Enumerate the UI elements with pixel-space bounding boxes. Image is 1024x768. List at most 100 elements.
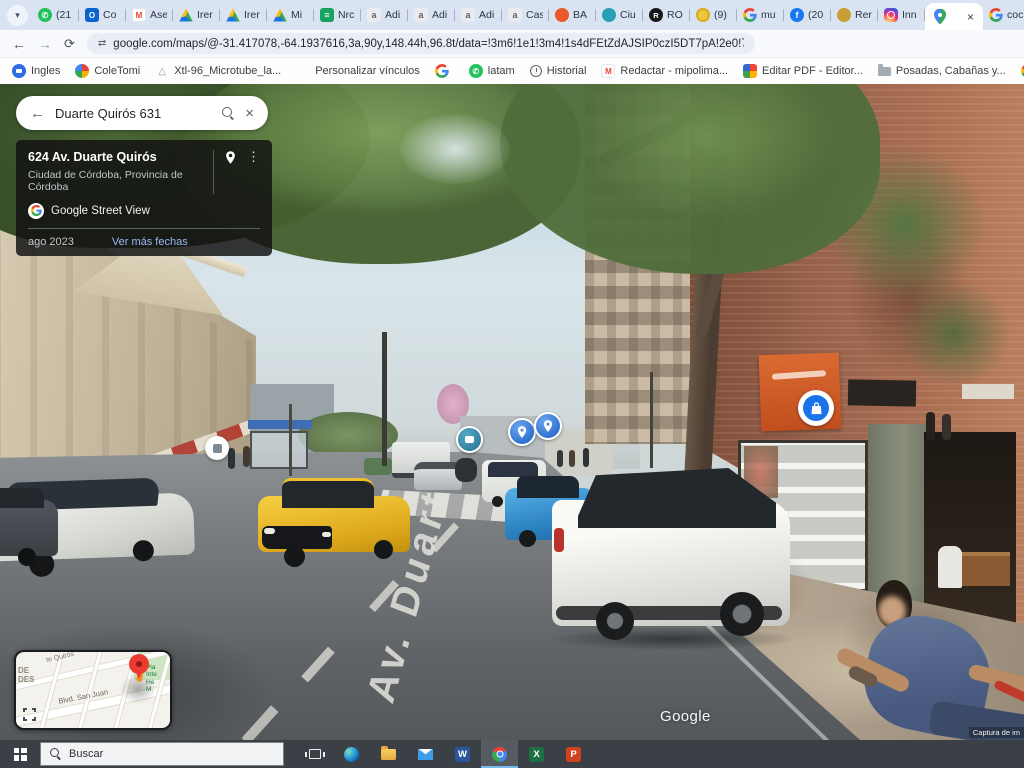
address-bar[interactable]: ⇄ google.com/maps/@-31.417078,-64.193761… xyxy=(87,33,755,54)
brand-label: Google Street View xyxy=(51,205,150,217)
back-icon[interactable]: ← xyxy=(12,37,26,51)
tab-doc-4[interactable]: Cas xyxy=(502,0,549,30)
pedestrian-small xyxy=(569,450,575,467)
chrome-tab-strip: ▾ (21 Co Ase Irer Irer Mi Nrc Adi Adi Ad… xyxy=(0,0,1024,30)
excel-button[interactable]: X xyxy=(518,740,555,768)
tab-doc-2[interactable]: Adi xyxy=(408,0,455,30)
task-view-button[interactable] xyxy=(296,740,333,768)
yellow-taxi xyxy=(258,478,412,568)
tab-close-icon[interactable]: × xyxy=(967,11,974,23)
expand-minimap-icon[interactable] xyxy=(23,708,36,721)
tab-ro[interactable]: RO xyxy=(643,0,690,30)
forward-icon[interactable]: → xyxy=(38,37,52,51)
chrome-button[interactable] xyxy=(481,740,518,768)
tab-google-mu[interactable]: mu xyxy=(737,0,784,30)
place-pin-marker[interactable] xyxy=(534,412,562,440)
whatsapp-icon xyxy=(469,64,483,78)
more-dates-link[interactable]: Ver más fechas xyxy=(112,236,188,248)
bookmark-posadas-folder[interactable]: Posadas, Cabañas y... xyxy=(878,65,1006,77)
tab-drive-3[interactable]: Mi xyxy=(267,0,314,30)
search-icon[interactable] xyxy=(222,107,235,120)
minimap[interactable]: te Quirós Blvd. San Juan DE DES Pla Inte… xyxy=(14,650,172,730)
word-button[interactable]: W xyxy=(444,740,481,768)
transit-stop-marker[interactable] xyxy=(205,436,229,460)
place-pin-marker[interactable] xyxy=(508,418,536,446)
drive-icon xyxy=(226,8,240,22)
bookmarks-bar: Ingles ColeTomi Xtl-96_Microtube_la... P… xyxy=(0,58,1024,84)
bookmark-redactar[interactable]: Redactar - mipolima... xyxy=(601,64,728,78)
tab-doc-1[interactable]: Adi xyxy=(361,0,408,30)
bookmark-personalizar[interactable]: Personalizar vínculos xyxy=(296,64,420,78)
back-arrow-icon[interactable]: ← xyxy=(30,105,45,122)
bookmark-ingles[interactable]: Ingles xyxy=(12,64,60,78)
utility-pole xyxy=(382,332,387,466)
tab-drive-1[interactable]: Irer xyxy=(173,0,220,30)
black-circle-icon xyxy=(649,8,663,22)
pedestrian-small xyxy=(557,450,563,467)
bookmark-latam[interactable]: latam xyxy=(469,64,515,78)
pickup-taillight xyxy=(554,528,564,552)
street-view-search-box[interactable]: ← Duarte Quirós 631 × xyxy=(16,96,268,130)
bookmark-historial[interactable]: Historial xyxy=(530,65,587,77)
place-pin-icon[interactable] xyxy=(223,150,238,165)
tab-9[interactable]: (9) xyxy=(690,0,737,30)
taskbar-search-box[interactable]: Buscar xyxy=(40,742,284,766)
windows-taskbar: Buscar W X P xyxy=(0,740,1024,768)
more-options-icon[interactable]: ⋮ xyxy=(247,150,260,163)
tab-ba[interactable]: BA xyxy=(549,0,596,30)
file-explorer-button[interactable] xyxy=(370,740,407,768)
mail-button[interactable] xyxy=(407,740,444,768)
drive-icon xyxy=(179,8,193,22)
tab-drive-2[interactable]: Irer xyxy=(220,0,267,30)
search-query-text[interactable]: Duarte Quirós 631 xyxy=(55,106,212,121)
place-marker[interactable] xyxy=(456,426,483,453)
start-button[interactable] xyxy=(0,740,40,768)
tab-search-chevron-icon[interactable]: ▾ xyxy=(7,5,28,26)
tab-google-coc[interactable]: coc xyxy=(983,0,1024,30)
pedestrian-small xyxy=(243,446,250,467)
bookmark-editar-pdf[interactable]: Editar PDF - Editor... xyxy=(743,64,863,78)
tab-outlook[interactable]: Co xyxy=(79,0,126,30)
motorcycle xyxy=(455,458,477,482)
tab-sheets[interactable]: Nrc xyxy=(314,0,361,30)
tab-gmail[interactable]: Ase xyxy=(126,0,173,30)
sky-gap xyxy=(400,114,510,184)
dark-car xyxy=(0,486,60,570)
google-icon xyxy=(989,8,1003,22)
shopping-place-marker[interactable] xyxy=(798,390,834,426)
distant-car-green xyxy=(364,458,392,475)
street-view-info-panel: 624 Av. Duarte Quirós Ciudad de Córdoba,… xyxy=(16,140,272,256)
bookmark-google-g[interactable] xyxy=(435,64,454,78)
address-subtitle: Ciudad de Córdoba, Provincia de Córdoba xyxy=(28,169,213,194)
windows-icon xyxy=(296,64,310,78)
tab-rer[interactable]: Rer xyxy=(831,0,878,30)
tab-ciu[interactable]: Ciu xyxy=(596,0,643,30)
street-view-photo[interactable]: Av. Duarte xyxy=(0,84,1024,740)
taxi-wheel xyxy=(374,540,393,559)
suv-wheel xyxy=(132,540,154,562)
transit-glyph xyxy=(213,444,222,453)
tab-facebook[interactable]: (20 xyxy=(784,0,831,30)
tab-whatsapp[interactable]: (21 xyxy=(32,0,79,30)
tab-doc-3[interactable]: Adi xyxy=(455,0,502,30)
powerpoint-button[interactable]: P xyxy=(555,740,592,768)
street-view-brand: Google Street View xyxy=(28,203,260,219)
edge-button[interactable] xyxy=(333,740,370,768)
google-icon xyxy=(743,8,757,22)
folder-icon xyxy=(878,67,891,76)
tab-instagram[interactable]: Inn xyxy=(878,0,925,30)
site-info-icon[interactable]: ⇄ xyxy=(98,38,105,49)
whatsapp-icon xyxy=(38,8,52,22)
bookmark-xtl[interactable]: Xtl-96_Microtube_la... xyxy=(155,64,281,78)
pedestrian-small xyxy=(942,414,951,440)
bookmark-coletomi[interactable]: ColeTomi xyxy=(75,64,140,78)
facebook-icon xyxy=(790,8,804,22)
white-pickup xyxy=(552,462,794,656)
reload-icon[interactable]: ⟳ xyxy=(64,36,75,52)
clear-search-icon[interactable]: × xyxy=(245,105,254,122)
pin-icon xyxy=(541,419,555,433)
shelter-sign xyxy=(248,420,312,429)
taxi-headlight xyxy=(322,532,331,537)
tab-google-maps-active[interactable]: × xyxy=(925,3,983,30)
blue-app-icon xyxy=(12,64,26,78)
